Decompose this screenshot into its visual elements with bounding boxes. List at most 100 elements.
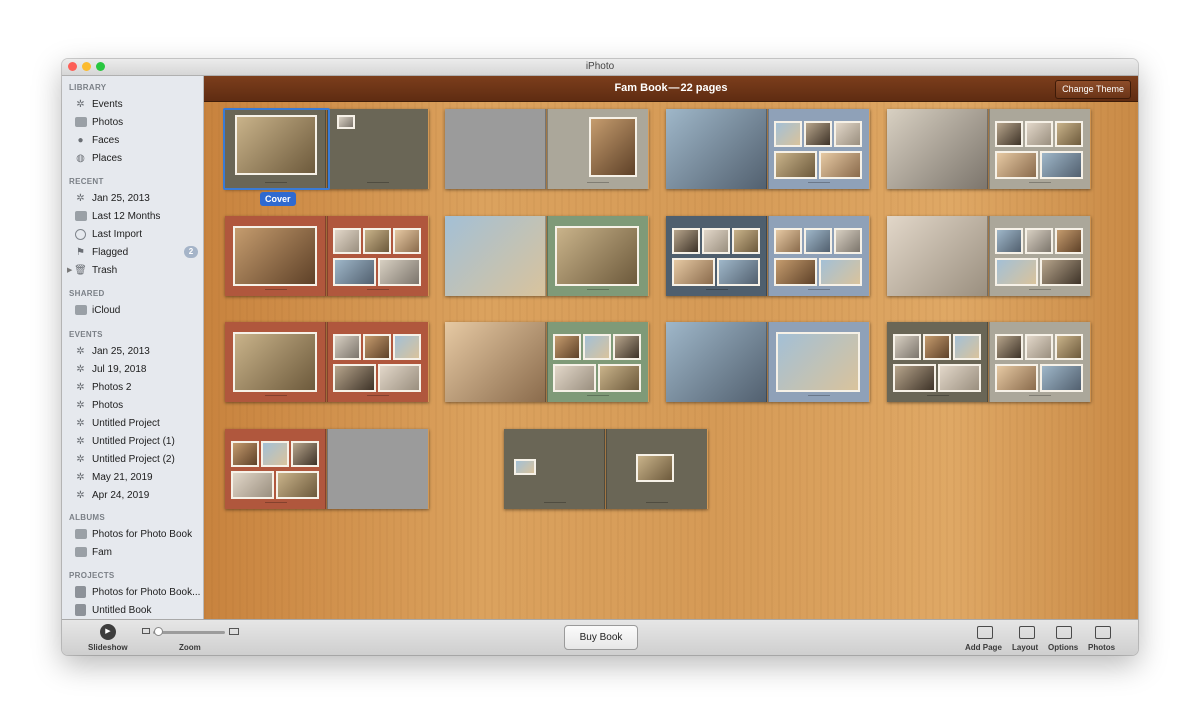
photo-thumbnail[interactable] [774, 228, 802, 254]
photo-thumbnail[interactable] [1025, 228, 1053, 254]
book-page-right[interactable] [768, 322, 869, 402]
photo-thumbnail[interactable] [553, 364, 596, 392]
sidebar-item-event-7[interactable]: ✲ Untitled Project (2) [74, 451, 202, 467]
photo-thumbnail[interactable] [393, 334, 421, 360]
book-page-spread[interactable] [666, 322, 870, 402]
sidebar-item-event-9[interactable]: ✲ Apr 24, 2019 [74, 487, 202, 503]
photo-thumbnail[interactable] [804, 121, 832, 147]
book-page-right[interactable] [327, 429, 428, 509]
sidebar-item-photos[interactable]: Photos [74, 114, 202, 130]
photo-thumbnail[interactable] [887, 216, 988, 296]
book-page-spread[interactable] [225, 216, 429, 296]
book-page-spread[interactable] [666, 109, 870, 189]
sidebar-item-trash[interactable]: ▶ 🗑 Trash [67, 262, 202, 278]
photo-thumbnail[interactable] [1055, 228, 1083, 254]
book-page-right[interactable] [989, 322, 1090, 402]
book-page-right[interactable] [327, 322, 428, 402]
book-page-left[interactable] [445, 322, 546, 402]
photo-thumbnail[interactable] [445, 216, 546, 296]
sidebar-item-faces[interactable]: ● Faces [74, 132, 202, 148]
buy-book-button[interactable]: Buy Book [564, 625, 638, 650]
sidebar-item-places[interactable]: ◍ Places [74, 150, 202, 166]
photo-thumbnail[interactable] [598, 364, 641, 392]
book-page-right[interactable] [989, 216, 1090, 296]
photo-thumbnail[interactable] [774, 121, 802, 147]
photo-thumbnail[interactable] [672, 228, 700, 254]
book-page-right[interactable] [547, 216, 648, 296]
photo-thumbnail[interactable] [337, 115, 355, 129]
photo-thumbnail[interactable] [514, 459, 536, 475]
sidebar-item-event-4[interactable]: ✲ Photos [74, 397, 202, 413]
play-icon[interactable]: ▶ [100, 624, 116, 640]
photo-thumbnail[interactable] [887, 109, 988, 189]
sidebar-item-project-photos-for-photo-book[interactable]: Photos for Photo Book... [74, 584, 202, 600]
photo-thumbnail[interactable] [995, 151, 1038, 179]
photo-thumbnail[interactable] [834, 228, 862, 254]
book-page-right[interactable] [606, 429, 707, 509]
photo-thumbnail[interactable] [819, 151, 862, 179]
book-page-left[interactable] [887, 216, 988, 296]
photo-thumbnail[interactable] [378, 364, 421, 392]
sidebar-item-event-6[interactable]: ✲ Untitled Project (1) [74, 433, 202, 449]
sidebar-item-last-import[interactable]: Last Import [74, 226, 202, 242]
photo-thumbnail[interactable] [233, 226, 317, 286]
photo-thumbnail[interactable] [363, 334, 391, 360]
zoom-slider-knob[interactable] [154, 627, 163, 636]
photo-thumbnail[interactable] [231, 471, 274, 499]
photo-thumbnail[interactable] [1055, 334, 1083, 360]
book-page-spread[interactable] [225, 429, 429, 509]
book-page-left[interactable] [666, 216, 767, 296]
photo-thumbnail[interactable] [995, 364, 1038, 392]
sidebar-item-event-8[interactable]: ✲ May 21, 2019 [74, 469, 202, 485]
sidebar-item-event-5[interactable]: ✲ Untitled Project [74, 415, 202, 431]
change-theme-button[interactable]: Change Theme [1055, 80, 1131, 99]
photo-thumbnail[interactable] [333, 228, 361, 254]
sidebar-item-events[interactable]: ✲ Events [74, 96, 202, 112]
photo-thumbnail[interactable] [233, 332, 317, 392]
disclosure-triangle-icon[interactable]: ▶ [67, 266, 72, 274]
photo-thumbnail[interactable] [276, 471, 319, 499]
book-page-left[interactable] [225, 429, 326, 509]
zoom-slider[interactable] [153, 631, 225, 634]
photo-thumbnail[interactable] [1025, 121, 1053, 147]
photo-thumbnail[interactable] [774, 258, 817, 286]
photo-thumbnail[interactable] [672, 258, 715, 286]
book-page-left[interactable] [887, 109, 988, 189]
photo-thumbnail[interactable] [1025, 334, 1053, 360]
book-page-left[interactable] [666, 322, 767, 402]
book-page-spread[interactable] [504, 429, 708, 509]
photo-thumbnail[interactable] [666, 109, 767, 189]
sidebar-item-last-12-months[interactable]: Last 12 Months [74, 208, 202, 224]
photo-thumbnail[interactable] [834, 121, 862, 147]
sidebar-item-recent-jan-25-2013[interactable]: ✲ Jan 25, 2013 [74, 190, 202, 206]
book-page-right[interactable] [547, 109, 648, 189]
book-page-spread[interactable] [445, 109, 649, 189]
book-page-left[interactable] [445, 109, 546, 189]
cover-selection[interactable] [223, 108, 330, 190]
photo-thumbnail[interactable] [445, 322, 546, 402]
sidebar-item-project-untitled-book[interactable]: Untitled Book [74, 602, 202, 618]
photo-thumbnail[interactable] [938, 364, 981, 392]
photo-thumbnail[interactable] [261, 441, 289, 467]
photo-thumbnail[interactable] [1040, 258, 1083, 286]
options-icon[interactable] [1056, 626, 1072, 639]
photo-thumbnail[interactable] [553, 334, 581, 360]
book-page-right[interactable] [768, 216, 869, 296]
photo-thumbnail[interactable] [555, 226, 639, 286]
photo-thumbnail[interactable] [231, 441, 259, 467]
sidebar-item-album-fam[interactable]: Fam [74, 544, 202, 560]
book-page-left[interactable] [666, 109, 767, 189]
book-page-left[interactable] [504, 429, 605, 509]
book-page-right[interactable] [327, 109, 428, 189]
book-page-spread[interactable] [445, 322, 649, 402]
photo-thumbnail[interactable] [583, 334, 611, 360]
photo-thumbnail[interactable] [953, 334, 981, 360]
photo-thumbnail[interactable] [717, 258, 760, 286]
photo-thumbnail[interactable] [333, 364, 376, 392]
photo-thumbnail[interactable] [636, 454, 674, 482]
sidebar-item-icloud[interactable]: iCloud [74, 302, 202, 318]
sidebar-item-album-photos-for-photo-book[interactable]: Photos for Photo Book [74, 526, 202, 542]
book-page-spread[interactable] [887, 109, 1091, 189]
photo-thumbnail[interactable] [589, 117, 637, 177]
book-page-right[interactable] [989, 109, 1090, 189]
